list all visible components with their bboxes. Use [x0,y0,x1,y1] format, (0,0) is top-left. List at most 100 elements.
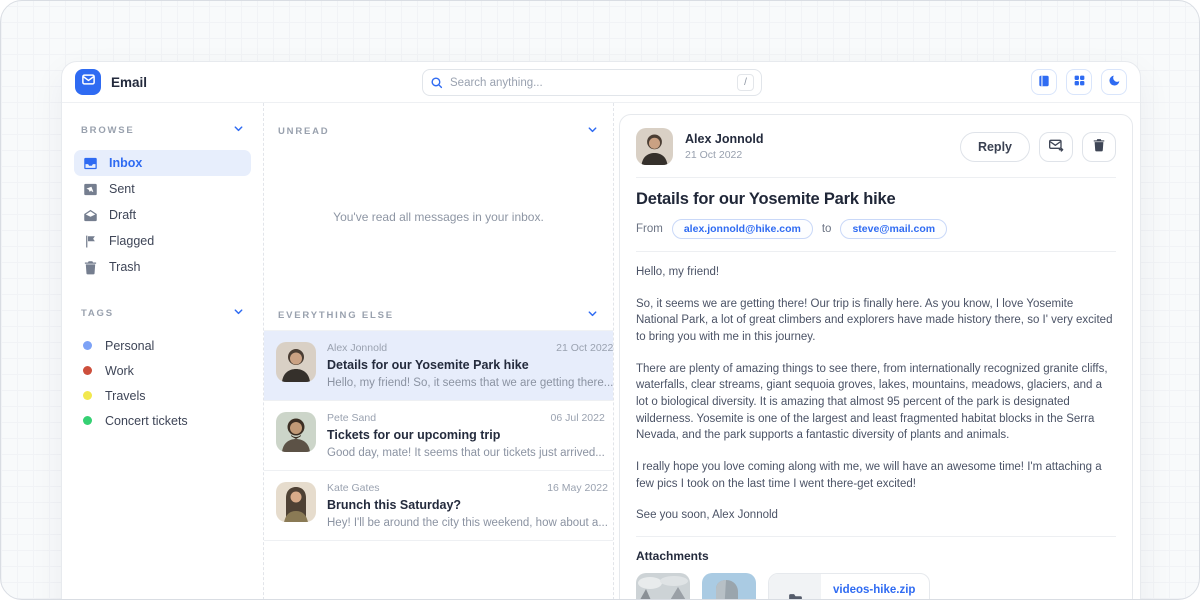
tag-item-travels[interactable]: Travels [74,383,251,408]
divider [636,536,1116,537]
sidebar: BROWSE Inbox Sent [62,103,264,600]
sidebar-item-label: Trash [109,260,141,274]
envelope-forward-icon [1048,137,1064,156]
search-bar[interactable]: / [422,69,762,96]
detail-sender-date: 21 Oct 2022 [685,149,763,161]
top-actions [1031,69,1127,95]
tag-label: Personal [105,339,154,353]
unread-section-header[interactable]: UNREAD [264,103,613,146]
to-email-chip[interactable]: steve@mail.com [840,219,947,239]
email-preview: Hey! I'll be around the city this weeken… [327,517,608,529]
body-paragraph: So, it seems we are getting there! Our t… [636,296,1116,346]
flag-icon [82,234,98,249]
body-paragraph: See you soon, Alex Jonnold [636,507,1116,524]
sidebar-item-label: Flagged [109,234,154,248]
chevron-down-icon[interactable] [587,122,598,140]
draft-icon [82,208,98,223]
tags-label: TAGS [81,308,114,319]
avatar [276,412,316,452]
detail-sender-name: Alex Jonnold [685,132,763,146]
sidebar-item-label: Sent [109,182,135,196]
email-date: 21 Oct 2022 [556,342,613,354]
reply-button[interactable]: Reply [960,132,1030,162]
attachment-file-card[interactable]: videos-hike.zip 100 MB [768,573,930,600]
attachment-file-name: videos-hike.zip [833,584,915,596]
tag-color-dot [83,416,92,425]
detail-subject: Details for our Yosemite Park hike [636,190,1116,209]
email-sender: Kate Gates [327,482,380,494]
email-app-logo [75,69,101,95]
dark-mode-button[interactable] [1101,69,1127,95]
unread-label: UNREAD [278,126,329,137]
tag-color-dot [83,366,92,375]
tag-color-dot [83,391,92,400]
chevron-down-icon[interactable] [233,304,244,322]
email-list: Alex Jonnold 21 Oct 2022 Details for our… [264,330,613,541]
from-to-row: From alex.jonnold@hike.com to steve@mail… [636,219,1116,239]
avatar [276,342,316,382]
unread-empty-state: You've read all messages in your inbox. [264,146,613,287]
search-icon [430,76,443,89]
avatar [276,482,316,522]
everything-else-label: EVERYTHING ELSE [278,310,394,321]
chevron-down-icon[interactable] [233,121,244,139]
apps-button[interactable] [1066,69,1092,95]
trash-icon [1092,138,1106,155]
detail-header: Alex Jonnold 21 Oct 2022 Reply [636,128,1116,165]
book-icon [1037,74,1051,91]
sidebar-item-trash[interactable]: Trash [74,254,251,280]
tag-item-personal[interactable]: Personal [74,333,251,358]
app-title: Email [111,75,147,90]
search-shortcut-key: / [737,74,754,91]
tag-item-concert-tickets[interactable]: Concert tickets [74,408,251,433]
email-detail-card: Alex Jonnold 21 Oct 2022 Reply [619,114,1133,600]
tag-label: Work [105,364,134,378]
email-date: 16 May 2022 [547,482,608,494]
tag-item-work[interactable]: Work [74,358,251,383]
browse-label: BROWSE [81,125,135,136]
folder-icon [769,574,821,600]
attachments-label: Attachments [636,549,1116,563]
everything-else-section-header[interactable]: EVERYTHING ELSE [264,287,613,330]
detail-actions: Reply [960,132,1116,162]
moon-icon [1108,74,1121,90]
email-app-window: Email / [61,61,1141,600]
email-list-item-alex[interactable]: Alex Jonnold 21 Oct 2022 Details for our… [264,331,613,401]
top-bar: Email / [62,62,1140,103]
tags-section-header[interactable]: TAGS [74,302,251,333]
forward-button[interactable] [1039,132,1073,162]
divider [636,251,1116,252]
from-label: From [636,223,663,235]
browse-section-header[interactable]: BROWSE [74,119,251,150]
email-list-item-kate[interactable]: Kate Gates 16 May 2022 Brunch this Satur… [264,471,613,541]
email-date: 06 Jul 2022 [551,412,605,424]
email-sender: Pete Sand [327,412,376,424]
from-email-chip[interactable]: alex.jonnold@hike.com [672,219,813,239]
brand: Email [75,69,147,95]
divider [636,177,1116,178]
screen: Email / [0,0,1200,600]
attachment-photo-yosemite-valley[interactable] [636,573,690,600]
search-input[interactable] [450,77,730,89]
email-preview: Good day, mate! It seems that our ticket… [327,447,605,459]
delete-button[interactable] [1082,132,1116,162]
to-label: to [822,223,832,235]
sidebar-item-flagged[interactable]: Flagged [74,228,251,254]
avatar [636,128,673,165]
email-list-item-pete[interactable]: Pete Sand 06 Jul 2022 Tickets for our up… [264,401,613,471]
sidebar-item-label: Inbox [109,156,142,170]
tag-label: Concert tickets [105,414,188,428]
sent-icon [82,182,98,197]
email-subject: Details for our Yosemite Park hike [327,358,613,372]
email-body: Hello, my friend! So, it seems we are ge… [636,264,1116,524]
sidebar-item-inbox[interactable]: Inbox [74,150,251,176]
attachments-row: videos-hike.zip 100 MB [636,573,1116,600]
email-preview: Hello, my friend! So, it seems that we a… [327,377,613,389]
notebook-button[interactable] [1031,69,1057,95]
attachment-photo-half-dome[interactable] [702,573,756,600]
sidebar-item-sent[interactable]: Sent [74,176,251,202]
tag-label: Travels [105,389,146,403]
body-paragraph: I really hope you love coming along with… [636,459,1116,492]
sidebar-item-draft[interactable]: Draft [74,202,251,228]
chevron-down-icon[interactable] [587,306,598,324]
